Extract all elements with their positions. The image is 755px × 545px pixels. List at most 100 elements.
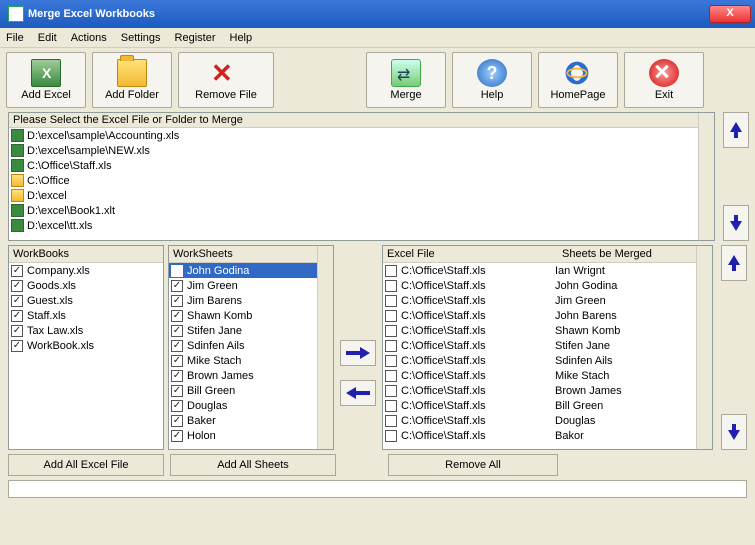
- move-up-button[interactable]: [723, 112, 749, 148]
- workbook-row[interactable]: Staff.xls: [9, 308, 163, 323]
- add-excel-button[interactable]: Add Excel: [6, 52, 86, 108]
- merge-row[interactable]: C:\Office\Staff.xlsStifen Jane: [383, 338, 696, 353]
- merge-row[interactable]: C:\Office\Staff.xlsBakor: [383, 428, 696, 443]
- checkbox-icon[interactable]: [171, 280, 183, 292]
- checkbox-icon[interactable]: [11, 295, 23, 307]
- merge-move-down-button[interactable]: [721, 414, 747, 450]
- add-to-merge-button[interactable]: [340, 340, 376, 366]
- worksheet-row[interactable]: Jim Green: [169, 278, 317, 293]
- checkbox-icon[interactable]: [171, 430, 183, 442]
- worksheet-row[interactable]: Jim Barens: [169, 293, 317, 308]
- checkbox-icon[interactable]: [385, 415, 397, 427]
- menu-register[interactable]: Register: [175, 32, 216, 44]
- add-all-sheets-button[interactable]: Add All Sheets: [170, 454, 336, 476]
- worksheet-label: Bill Green: [187, 385, 235, 397]
- remove-all-button[interactable]: Remove All: [388, 454, 558, 476]
- worksheets-scrollbar[interactable]: [317, 246, 333, 449]
- workbook-row[interactable]: Goods.xls: [9, 278, 163, 293]
- worksheet-row[interactable]: Douglas: [169, 398, 317, 413]
- homepage-button[interactable]: HomePage: [538, 52, 618, 108]
- checkbox-icon[interactable]: [171, 370, 183, 382]
- workbooks-list[interactable]: Company.xls Goods.xlsGuest.xlsStaff.xlsTa…: [9, 263, 163, 449]
- checkbox-icon[interactable]: [385, 280, 397, 292]
- menu-file[interactable]: File: [6, 32, 24, 44]
- menu-edit[interactable]: Edit: [38, 32, 57, 44]
- checkbox-icon[interactable]: [171, 295, 183, 307]
- file-list-row[interactable]: D:\excel: [9, 188, 698, 203]
- merge-row[interactable]: C:\Office\Staff.xlsBill Green: [383, 398, 696, 413]
- checkbox-icon[interactable]: [385, 340, 397, 352]
- checkbox-icon[interactable]: [171, 400, 183, 412]
- merge-scrollbar[interactable]: [696, 246, 712, 449]
- merge-row[interactable]: C:\Office\Staff.xlsJim Green: [383, 293, 696, 308]
- checkbox-icon[interactable]: [11, 325, 23, 337]
- worksheet-row[interactable]: Baker: [169, 413, 317, 428]
- worksheet-row[interactable]: Shawn Komb: [169, 308, 317, 323]
- menu-settings[interactable]: Settings: [121, 32, 161, 44]
- merge-sheet-label: Ian Wrignt: [555, 265, 694, 277]
- remove-file-button[interactable]: ✕ Remove File: [178, 52, 274, 108]
- worksheet-row[interactable]: Stifen Jane: [169, 323, 317, 338]
- merge-row[interactable]: C:\Office\Staff.xlsBrown James: [383, 383, 696, 398]
- merge-row[interactable]: C:\Office\Staff.xlsSdinfen Ails: [383, 353, 696, 368]
- file-list-row[interactable]: D:\excel\sample\Accounting.xls: [9, 128, 698, 143]
- checkbox-icon[interactable]: [385, 370, 397, 382]
- worksheet-row[interactable]: Holon: [169, 428, 317, 443]
- merge-row[interactable]: C:\Office\Staff.xlsMike Stach: [383, 368, 696, 383]
- checkbox-icon[interactable]: [385, 295, 397, 307]
- file-list[interactable]: D:\excel\sample\Accounting.xlsD:\excel\s…: [9, 128, 698, 240]
- checkbox-icon[interactable]: [171, 310, 183, 322]
- help-button[interactable]: ? Help: [452, 52, 532, 108]
- worksheet-row[interactable]: Sdinfen Ails: [169, 338, 317, 353]
- checkbox-icon[interactable]: [385, 385, 397, 397]
- move-down-button[interactable]: [723, 205, 749, 241]
- merge-list[interactable]: C:\Office\Staff.xlsIan WrigntC:\Office\S…: [383, 263, 696, 449]
- file-list-row[interactable]: C:\Office\Staff.xls: [9, 158, 698, 173]
- file-list-row[interactable]: C:\Office: [9, 173, 698, 188]
- checkbox-icon[interactable]: [385, 430, 397, 442]
- worksheets-list[interactable]: John GodinaJim GreenJim BarensShawn Komb…: [169, 263, 317, 449]
- checkbox-icon[interactable]: [171, 340, 183, 352]
- checkbox-icon[interactable]: [385, 400, 397, 412]
- merge-move-up-button[interactable]: [721, 245, 747, 281]
- worksheet-row[interactable]: Bill Green: [169, 383, 317, 398]
- checkbox-icon[interactable]: [11, 340, 23, 352]
- worksheet-row[interactable]: John Godina: [169, 263, 317, 278]
- menu-actions[interactable]: Actions: [71, 32, 107, 44]
- workbook-row[interactable]: Tax Law.xls: [9, 323, 163, 338]
- workbook-row[interactable]: Company.xls: [9, 263, 163, 278]
- remove-from-merge-button[interactable]: [340, 380, 376, 406]
- menu-help[interactable]: Help: [230, 32, 253, 44]
- workbook-row[interactable]: WorkBook.xls: [9, 338, 163, 353]
- worksheet-row[interactable]: Brown James: [169, 368, 317, 383]
- exit-button[interactable]: Exit: [624, 52, 704, 108]
- checkbox-icon[interactable]: [171, 265, 183, 277]
- window-close-button[interactable]: X: [709, 5, 751, 23]
- add-folder-button[interactable]: Add Folder: [92, 52, 172, 108]
- merge-row[interactable]: C:\Office\Staff.xlsIan Wrignt: [383, 263, 696, 278]
- checkbox-icon[interactable]: [11, 310, 23, 322]
- checkbox-icon[interactable]: [171, 325, 183, 337]
- merge-row[interactable]: C:\Office\Staff.xlsShawn Komb: [383, 323, 696, 338]
- checkbox-icon[interactable]: [385, 355, 397, 367]
- checkbox-icon[interactable]: [385, 325, 397, 337]
- add-all-excel-button[interactable]: Add All Excel File: [8, 454, 164, 476]
- checkbox-icon[interactable]: [385, 265, 397, 277]
- workbook-row[interactable]: Guest.xls: [9, 293, 163, 308]
- worksheet-row[interactable]: Mike Stach: [169, 353, 317, 368]
- merge-row[interactable]: C:\Office\Staff.xlsJohn Barens: [383, 308, 696, 323]
- checkbox-icon[interactable]: [11, 280, 23, 292]
- file-list-row[interactable]: D:\excel\tt.xls: [9, 218, 698, 233]
- merge-button[interactable]: Merge: [366, 52, 446, 108]
- file-list-row[interactable]: D:\excel\Book1.xlt: [9, 203, 698, 218]
- checkbox-icon[interactable]: [171, 415, 183, 427]
- file-list-scrollbar[interactable]: [698, 113, 714, 240]
- file-list-row[interactable]: D:\excel\sample\NEW.xls: [9, 143, 698, 158]
- merge-row[interactable]: C:\Office\Staff.xlsJohn Godina: [383, 278, 696, 293]
- checkbox-icon[interactable]: [171, 385, 183, 397]
- checkbox-icon[interactable]: [171, 355, 183, 367]
- merge-row[interactable]: C:\Office\Staff.xlsDouglas: [383, 413, 696, 428]
- checkbox-icon[interactable]: [385, 310, 397, 322]
- checkbox-icon[interactable]: [11, 265, 23, 277]
- workbook-label: Goods.xls: [27, 280, 76, 292]
